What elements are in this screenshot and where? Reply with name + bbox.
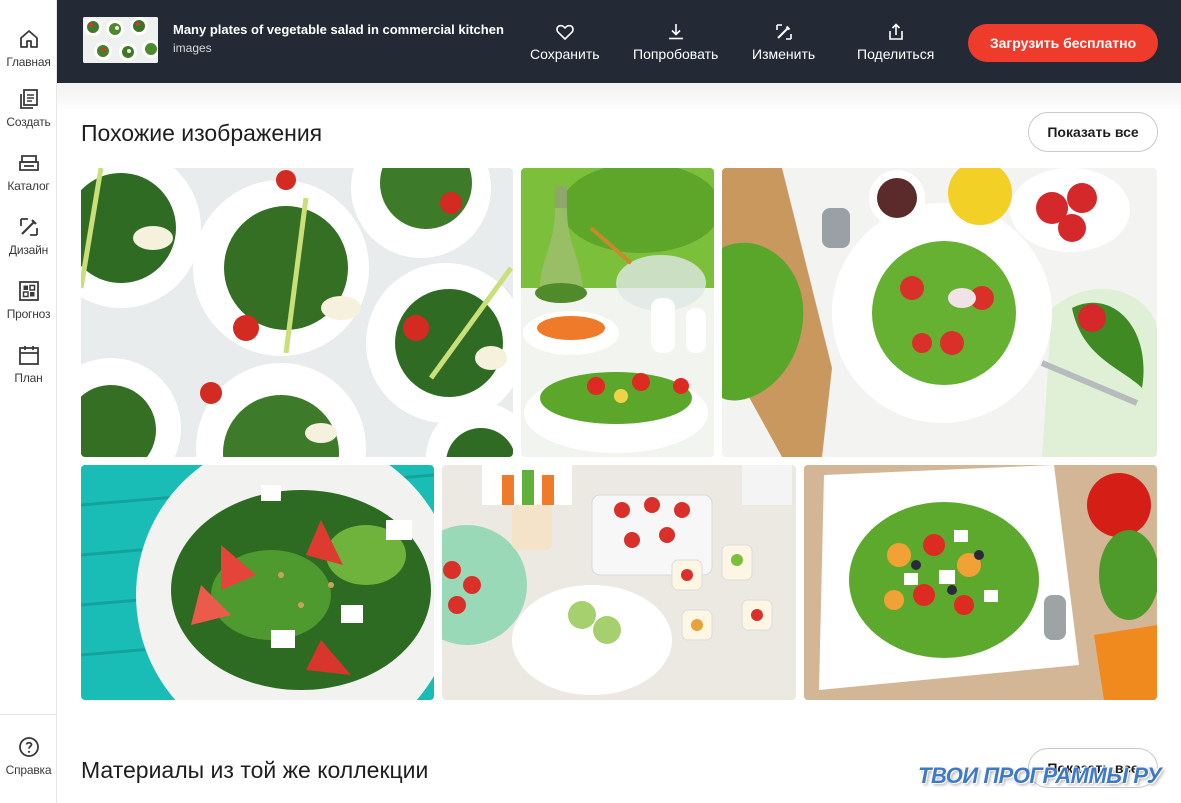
create-icon xyxy=(19,89,38,109)
collection-title: Материалы из той же коллекции xyxy=(81,757,429,783)
share-button[interactable]: Поделиться xyxy=(857,22,934,62)
catalog-icon xyxy=(18,155,39,171)
similar-image-4[interactable] xyxy=(81,465,434,700)
similar-image-6[interactable] xyxy=(804,465,1157,700)
sidebar-item-create[interactable]: Создать xyxy=(0,87,57,143)
similar-image-5[interactable] xyxy=(442,465,796,700)
sidebar-item-label: Справка xyxy=(5,763,52,777)
sidebar-item-help[interactable]: Справка xyxy=(0,735,57,791)
save-button[interactable]: Сохранить xyxy=(530,22,600,62)
similar-image-3[interactable] xyxy=(722,168,1157,457)
show-all-similar-button[interactable]: Показать все xyxy=(1028,112,1158,152)
sidebar-item-plan[interactable]: План xyxy=(0,343,57,399)
share-icon xyxy=(888,23,903,40)
sidebar-item-label: Прогноз xyxy=(6,307,51,321)
watermark: ТВОИ ПРОГРАММЫ РУ xyxy=(918,763,1162,788)
sidebar-item-label: Главная xyxy=(6,55,51,69)
calendar-icon xyxy=(18,346,39,365)
edit-label: Изменить xyxy=(752,46,816,62)
similar-images-title: Похожие изображения xyxy=(81,120,323,146)
header-shadow xyxy=(57,83,1181,113)
edit-button[interactable]: Изменить xyxy=(752,22,815,62)
try-button[interactable]: Попробовать xyxy=(633,22,718,62)
sidebar-divider xyxy=(0,714,57,715)
similar-image-2[interactable] xyxy=(521,168,714,457)
sidebar-item-label: План xyxy=(14,371,43,385)
similar-image-1[interactable] xyxy=(81,168,513,457)
sidebar-item-catalog[interactable]: Каталог xyxy=(0,151,57,207)
sidebar-item-design[interactable]: Дизайн xyxy=(0,215,57,271)
sidebar-item-home[interactable]: Главная xyxy=(0,27,57,83)
edit-icon xyxy=(775,24,792,40)
sidebar-item-label: Каталог xyxy=(7,179,50,193)
sidebar-item-forecast[interactable]: Прогноз xyxy=(0,279,57,335)
forecast-icon xyxy=(18,281,39,301)
try-label: Попробовать xyxy=(633,46,719,62)
download-icon xyxy=(668,24,683,40)
home-icon xyxy=(19,30,38,48)
sidebar-item-label: Дизайн xyxy=(8,243,49,257)
share-label: Поделиться xyxy=(857,46,935,62)
asset-type: images xyxy=(173,41,212,55)
save-label: Сохранить xyxy=(530,46,600,62)
download-free-button[interactable]: Загрузить бесплатно xyxy=(968,24,1158,62)
sidebar-item-label: Создать xyxy=(6,115,51,129)
help-icon xyxy=(18,737,39,757)
app-window: Главная Создать Каталог Дизайн Прогноз П… xyxy=(0,0,1181,803)
sidebar: Главная Создать Каталог Дизайн Прогноз П… xyxy=(0,0,57,803)
asset-header: Many plates of vegetable salad in commer… xyxy=(57,0,1181,83)
heart-icon xyxy=(556,24,574,40)
asset-title: Many plates of vegetable salad in commer… xyxy=(173,22,504,37)
asset-thumbnail[interactable] xyxy=(83,17,158,63)
design-icon xyxy=(19,218,38,236)
